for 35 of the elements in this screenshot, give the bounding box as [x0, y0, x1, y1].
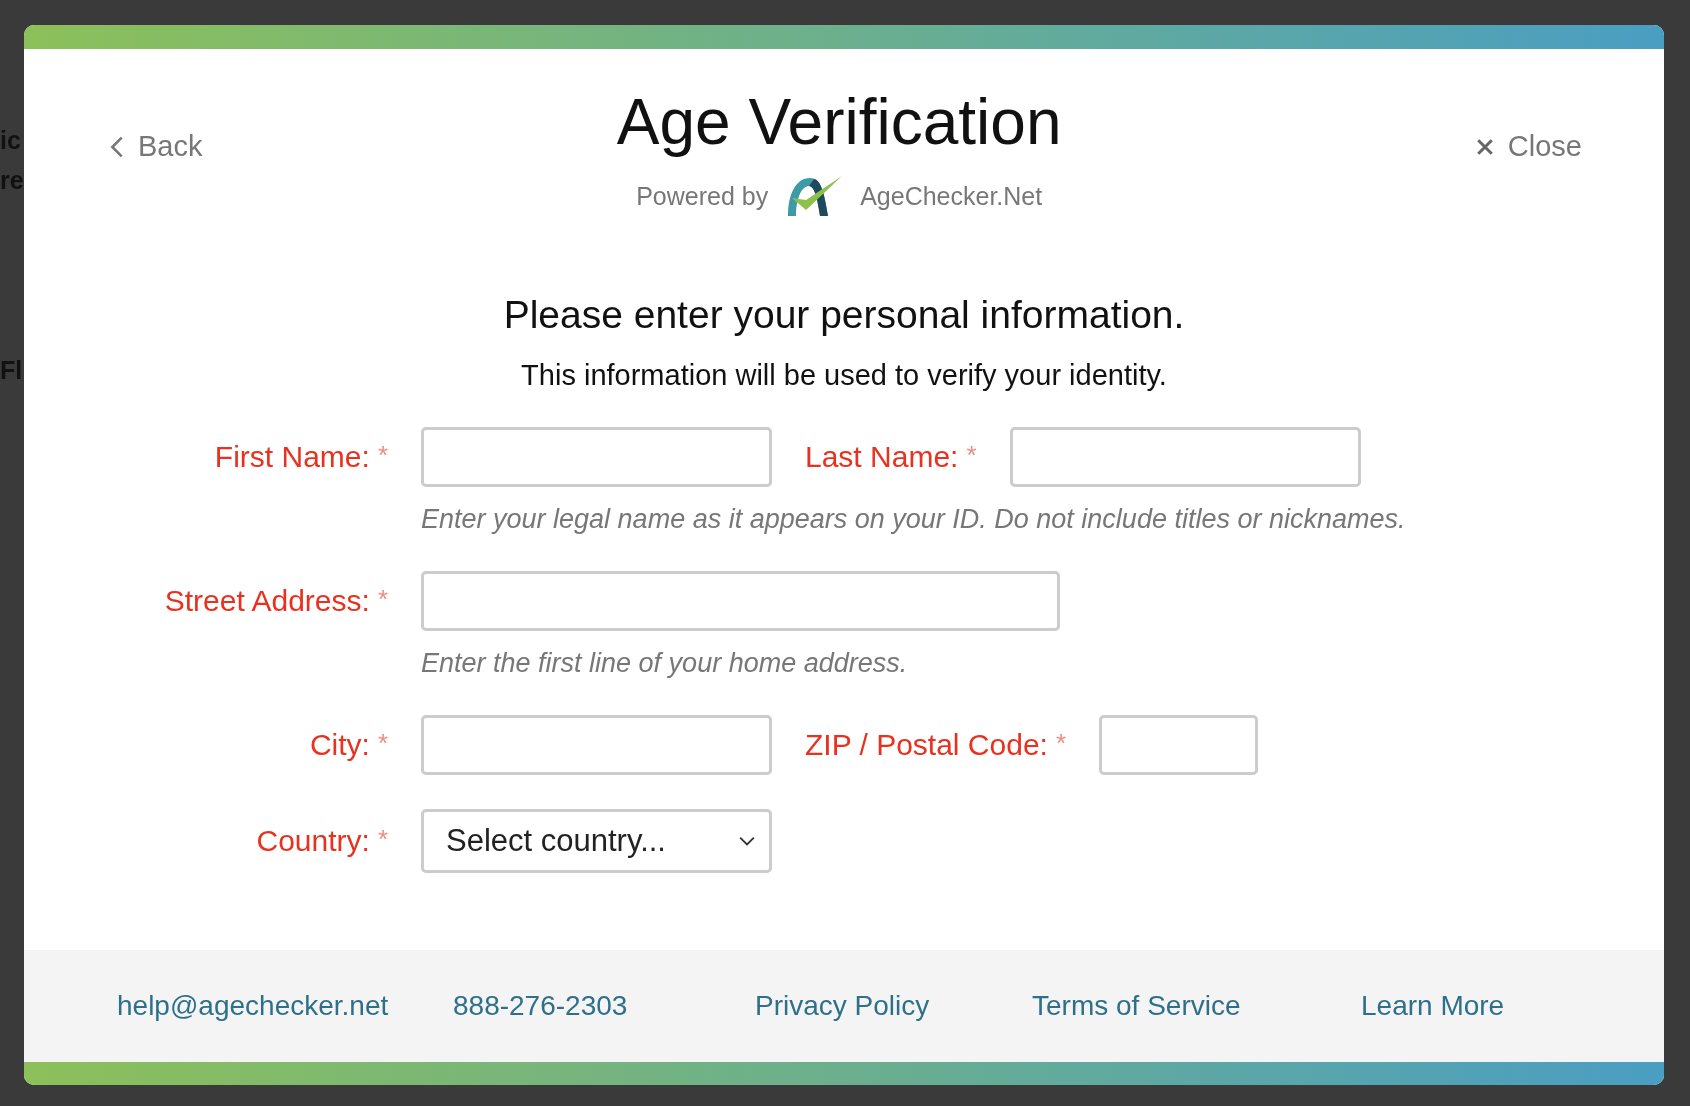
- country-dropdown[interactable]: Select country...: [421, 809, 772, 873]
- brand-name: AgeChecker.Net: [860, 181, 1043, 211]
- footer-link[interactable]: 888-276-2303: [453, 990, 628, 1022]
- form-subheading: This information will be used to verify your identity.: [520, 358, 1168, 393]
- footer-link[interactable]: Learn More: [1361, 990, 1505, 1022]
- field-hint: Enter the first line of your home address.: [421, 647, 909, 680]
- caret-icon: [739, 836, 755, 846]
- field-label: First Name:: [214, 440, 370, 474]
- field-label: City:: [309, 728, 370, 762]
- footer-link[interactable]: help@agechecker.net: [117, 990, 389, 1022]
- required-marker: *: [966, 440, 977, 472]
- footer-link[interactable]: Privacy Policy: [755, 990, 930, 1022]
- close-icon: [1475, 137, 1494, 156]
- field-label: Last Name:: [805, 440, 959, 474]
- field-label: ZIP / Postal Code:: [805, 728, 1048, 762]
- input-field[interactable]: [421, 571, 1060, 631]
- powered-by-text: Powered by: [636, 181, 769, 211]
- dialog-title: Age Verification: [616, 85, 1062, 160]
- back-link[interactable]: Back: [110, 130, 203, 163]
- required-marker: *: [377, 584, 388, 616]
- input-field[interactable]: [1099, 715, 1259, 775]
- field-hint: Enter your legal name as it appears on your ID. Do not include titles or nicknames.: [421, 503, 1407, 536]
- input-field[interactable]: [421, 427, 772, 487]
- chevron-left-icon: [110, 134, 124, 159]
- input-field[interactable]: [1009, 427, 1361, 487]
- footer-link[interactable]: Terms of Service: [1032, 990, 1241, 1022]
- required-marker: *: [377, 440, 388, 472]
- field-label: Street Address:: [164, 584, 370, 618]
- required-marker: *: [377, 728, 388, 760]
- form-heading: Please enter your personal information.: [502, 292, 1186, 338]
- field-label: Country:: [256, 824, 370, 858]
- close-button[interactable]: Close: [1475, 130, 1582, 163]
- required-marker: *: [377, 824, 388, 856]
- input-field[interactable]: [421, 715, 772, 775]
- required-marker: *: [1055, 728, 1067, 760]
